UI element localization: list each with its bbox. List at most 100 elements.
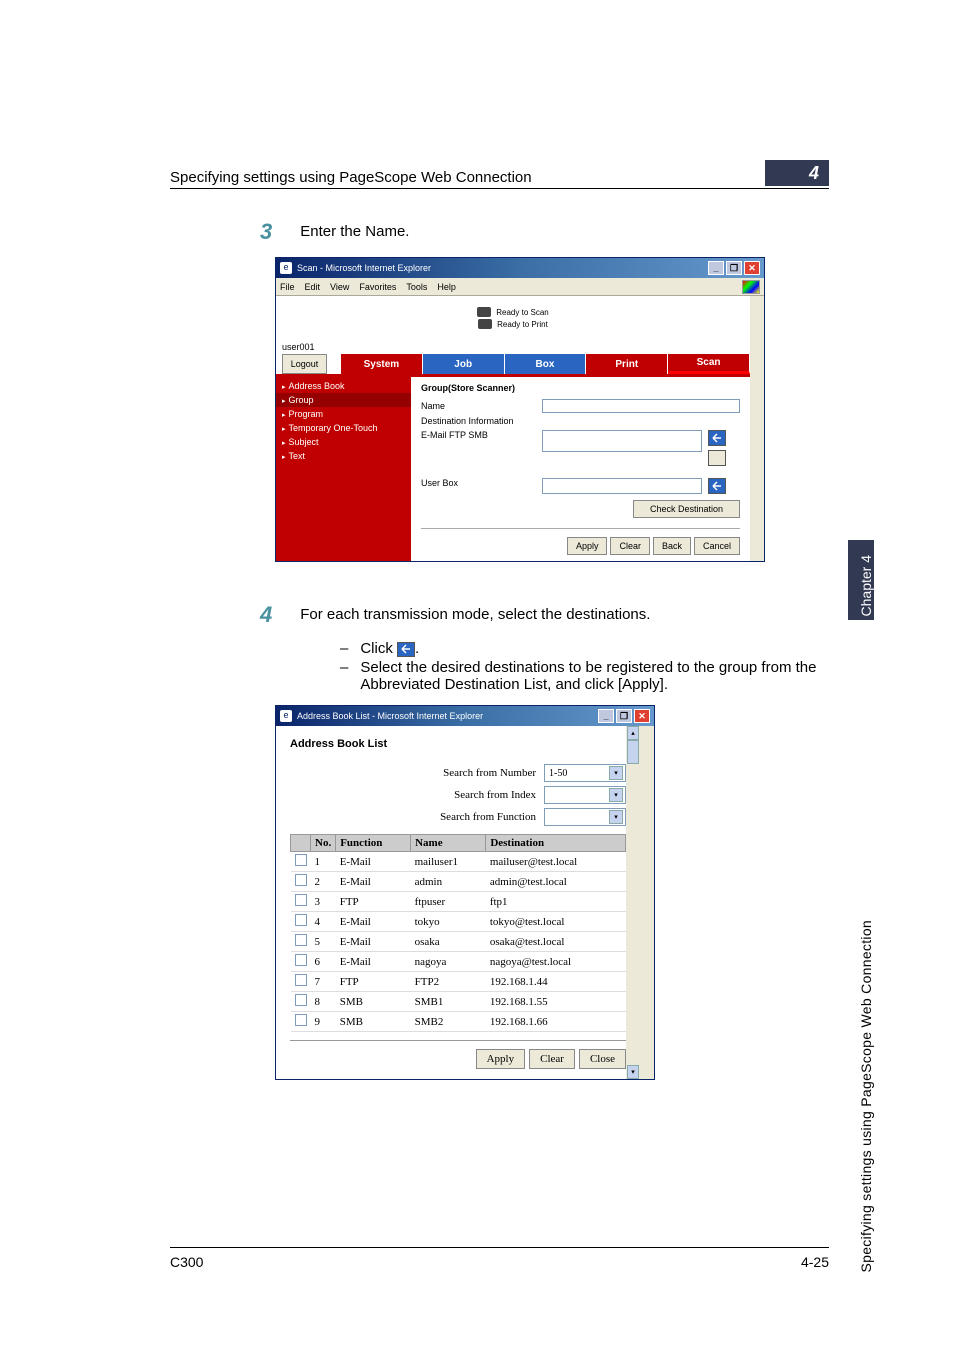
col-destination: Destination <box>486 835 626 852</box>
step-number-4: 4 <box>260 602 272 628</box>
cell-function: E-Mail <box>336 852 411 872</box>
scroll-up-icon[interactable]: ▴ <box>627 726 639 740</box>
ie-icon: e <box>280 710 292 722</box>
add-userbox-icon[interactable] <box>708 478 726 494</box>
table-row: 8SMBSMB1192.168.1.55 <box>291 992 626 1012</box>
main-panel: Group(Store Scanner) Name Destination In… <box>411 377 750 561</box>
cell-function: E-Mail <box>336 952 411 972</box>
sidebar-item-temporary[interactable]: Temporary One-Touch <box>276 421 411 435</box>
tab-box[interactable]: Box <box>505 354 587 374</box>
cell-no: 2 <box>311 872 336 892</box>
step-text-3: Enter the Name. <box>300 219 409 245</box>
apply-button[interactable]: Apply <box>567 537 608 555</box>
search-number-select[interactable]: 1-50▾ <box>544 764 626 782</box>
sidebar: Address Book Group Program Temporary One… <box>276 377 411 561</box>
minimize-button[interactable]: _ <box>598 709 614 723</box>
scrollbar[interactable]: ▴ ▾ <box>626 726 640 1079</box>
menu-edit[interactable]: Edit <box>305 282 321 292</box>
col-no: No. <box>311 835 336 852</box>
row-checkbox[interactable] <box>295 1014 307 1026</box>
sidebar-item-address-book[interactable]: Address Book <box>276 379 411 393</box>
cell-no: 3 <box>311 892 336 912</box>
menu-tools[interactable]: Tools <box>406 282 427 292</box>
table-row: 5E-Mailosakaosaka@test.local <box>291 932 626 952</box>
tab-job[interactable]: Job <box>423 354 505 374</box>
cell-destination: admin@test.local <box>486 872 626 892</box>
cell-function: FTP <box>336 972 411 992</box>
tab-print[interactable]: Print <box>586 354 668 374</box>
maximize-button[interactable]: ❐ <box>616 709 632 723</box>
window-title-2: Address Book List - Microsoft Internet E… <box>297 711 483 721</box>
cell-name: tokyo <box>411 912 486 932</box>
table-row: 6E-Mailnagoyanagoya@test.local <box>291 952 626 972</box>
chevron-down-icon: ▾ <box>609 788 623 802</box>
row-checkbox[interactable] <box>295 934 307 946</box>
sidebar-item-text[interactable]: Text <box>276 449 411 463</box>
cell-name: SMB1 <box>411 992 486 1012</box>
cell-destination: 192.168.1.44 <box>486 972 626 992</box>
bullet-dash: – <box>340 659 348 693</box>
scan-window: e Scan - Microsoft Internet Explorer _ ❐… <box>275 257 765 562</box>
step-text-4: For each transmission mode, select the d… <box>300 602 650 628</box>
row-checkbox[interactable] <box>295 894 307 906</box>
col-name: Name <box>411 835 486 852</box>
name-input[interactable] <box>542 399 740 413</box>
sidebar-item-program[interactable]: Program <box>276 407 411 421</box>
status-scan: Ready to Scan <box>496 308 548 317</box>
cancel-button[interactable]: Cancel <box>694 537 740 555</box>
footer-model: C300 <box>170 1254 203 1270</box>
ie-throbber-icon <box>742 280 760 294</box>
cell-destination: tokyo@test.local <box>486 912 626 932</box>
row-checkbox[interactable] <box>295 954 307 966</box>
search-index-select[interactable]: ▾ <box>544 786 626 804</box>
back-button[interactable]: Back <box>653 537 691 555</box>
scroll-thumb[interactable] <box>627 740 639 764</box>
menu-view[interactable]: View <box>330 282 349 292</box>
close-button[interactable]: Close <box>579 1049 626 1069</box>
destination-listbox[interactable] <box>542 430 702 452</box>
cell-name: ftpuser <box>411 892 486 912</box>
window-titlebar[interactable]: e Scan - Microsoft Internet Explorer _ ❐… <box>276 258 764 278</box>
cell-name: mailuser1 <box>411 852 486 872</box>
apply-button[interactable]: Apply <box>476 1049 526 1069</box>
table-row: 3FTPftpuserftp1 <box>291 892 626 912</box>
userbox-listbox[interactable] <box>542 478 702 494</box>
search-function-select[interactable]: ▾ <box>544 808 626 826</box>
printer-icon <box>478 319 492 329</box>
col-function: Function <box>336 835 411 852</box>
minimize-button[interactable]: _ <box>708 261 724 275</box>
menu-favorites[interactable]: Favorites <box>359 282 396 292</box>
running-header: Specifying settings using PageScope Web … <box>170 169 532 186</box>
status-print: Ready to Print <box>497 320 548 329</box>
logout-button[interactable]: Logout <box>282 354 327 374</box>
remove-destination-icon[interactable] <box>708 450 726 466</box>
menu-file[interactable]: File <box>280 282 295 292</box>
row-checkbox[interactable] <box>295 974 307 986</box>
menu-help[interactable]: Help <box>437 282 456 292</box>
window-titlebar-2[interactable]: e Address Book List - Microsoft Internet… <box>276 706 654 726</box>
scroll-down-icon[interactable]: ▾ <box>627 1065 639 1079</box>
row-checkbox[interactable] <box>295 874 307 886</box>
sidebar-item-group[interactable]: Group <box>276 393 411 407</box>
row-checkbox[interactable] <box>295 914 307 926</box>
close-button[interactable]: ✕ <box>634 709 650 723</box>
address-book-window: e Address Book List - Microsoft Internet… <box>275 705 655 1080</box>
clear-button[interactable]: Clear <box>529 1049 575 1069</box>
tab-system[interactable]: System <box>341 354 423 374</box>
check-destination-button[interactable]: Check Destination <box>633 500 740 518</box>
tab-scan[interactable]: Scan <box>668 354 750 374</box>
sidebar-item-subject[interactable]: Subject <box>276 435 411 449</box>
clear-button[interactable]: Clear <box>610 537 650 555</box>
bullet-click: Click . <box>360 640 419 657</box>
ie-icon: e <box>280 262 292 274</box>
name-label: Name <box>421 401 536 411</box>
user-label: user001 <box>282 342 315 352</box>
row-checkbox[interactable] <box>295 854 307 866</box>
bullet-dash: – <box>340 640 348 657</box>
add-destination-icon[interactable] <box>708 430 726 446</box>
cell-function: SMB <box>336 1012 411 1032</box>
close-button[interactable]: ✕ <box>744 261 760 275</box>
row-checkbox[interactable] <box>295 994 307 1006</box>
step-number-3: 3 <box>260 219 272 245</box>
maximize-button[interactable]: ❐ <box>726 261 742 275</box>
